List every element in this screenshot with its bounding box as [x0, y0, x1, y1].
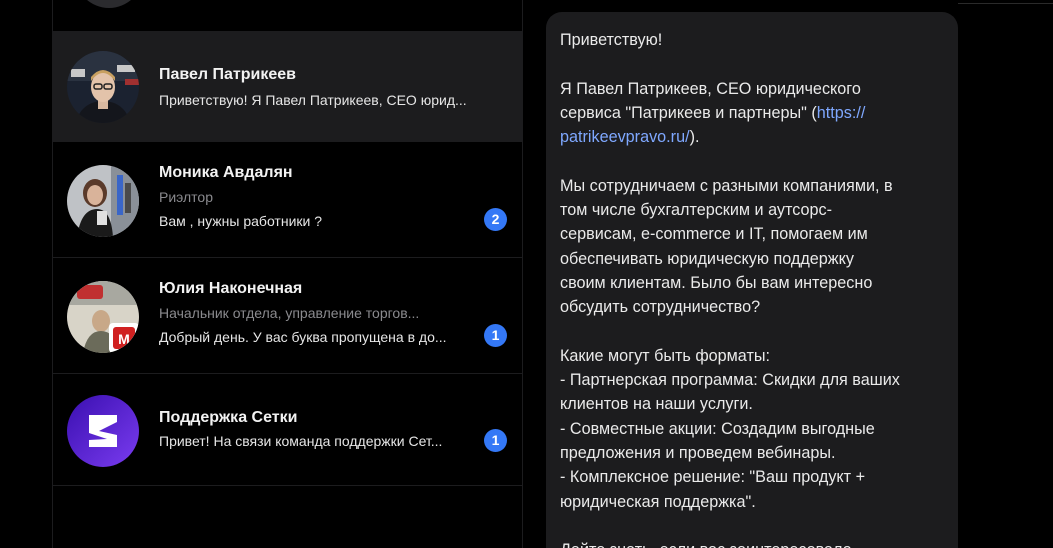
avatar [67, 165, 139, 237]
chat-preview: Приветствую! Я Павел Патрикеев, СЕО юрид… [159, 92, 467, 108]
chat-list: Павел Патрикеев Приветствую! Я Павел Пат… [52, 0, 523, 548]
chat-item-monika[interactable]: Моника Авдалян Риэлтор Вам , нужны работ… [53, 142, 522, 258]
message-text: сервисам, e-commerce и IT, помогаем им [560, 225, 868, 244]
chat-name: Павел Патрикеев [159, 66, 297, 83]
avatar: М [67, 281, 139, 353]
message-text: - Совместные акции: Создадим выгодные [560, 419, 875, 438]
message-text: - Комплексное решение: "Ваш продукт + [560, 468, 866, 487]
divider [958, 3, 1053, 4]
message-text: своим клиентам. Было бы вам интересно [560, 273, 873, 292]
user-photo-icon [67, 165, 139, 237]
user-photo-icon: М [67, 281, 139, 353]
message-link[interactable]: patrikeevpravo.ru/ [560, 128, 690, 146]
message-text: сервиса "Патрикеев и партнеры" (https:// [560, 103, 866, 122]
message-text: - Партнерская программа: Скидки для ваши… [560, 371, 900, 390]
message-text: Я Павел Патрикеев, СЕО юридического [560, 79, 861, 98]
message-text: patrikeevpravo.ru/). [560, 128, 700, 147]
chat-name: Юлия Наконечная [159, 280, 303, 297]
chat-subtitle: Риэлтор [159, 189, 213, 205]
message-text: Мы сотрудничаем с разными компаниями, в [560, 176, 893, 195]
message-text: Приветствую! [560, 31, 663, 49]
message-text: том числе бухгалтерским и аутсорс- [560, 201, 833, 220]
chat-item-setka-support[interactable]: Поддержка Сетки Привет! На связи команда… [53, 374, 522, 486]
message-text: юридическая поддержка". [560, 492, 756, 511]
unread-badge: 1 [484, 324, 507, 347]
chat-item-pavel[interactable]: Павел Патрикеев Приветствую! Я Павел Пат… [53, 31, 522, 142]
avatar [67, 51, 139, 123]
chat-item-yulia[interactable]: М Юлия Наконечная Начальник отдела, упра… [53, 258, 522, 374]
unread-badge: 2 [484, 208, 507, 231]
chat-name: Поддержка Сетки [159, 409, 298, 426]
setka-logo-icon [67, 395, 139, 467]
chat-preview: Вам , нужны работники ? [159, 213, 323, 229]
message-bubble: Приветствую! Я Павел Патрикеев, СЕО юрид… [546, 12, 958, 548]
message-text: обеспечивать юридическую поддержку [560, 249, 854, 268]
message-link[interactable]: https:// [817, 104, 866, 122]
message-text: предложения и проведем вебинары. [560, 444, 836, 463]
svg-text:М: М [118, 331, 130, 347]
message-text: клиентов на наши услуги. [560, 395, 753, 414]
avatar[interactable] [75, 0, 143, 8]
chat-subtitle: Начальник отдела, управление торгов... [159, 305, 420, 321]
chat-preview: Привет! На связи команда поддержки Сет..… [159, 433, 443, 449]
message-text: обсудить сотрудничество? [560, 298, 761, 317]
message-text: Какие могут быть форматы: [560, 346, 770, 365]
chat-name: Моника Авдалян [159, 164, 293, 181]
chat-preview: Добрый день. У вас буква пропущена в до.… [159, 329, 447, 345]
user-photo-icon [67, 51, 139, 123]
messenger-window: Павел Патрикеев Приветствую! Я Павел Пат… [0, 0, 1053, 548]
avatar [67, 395, 139, 467]
message-text: Дайте знать, если вас заинтересовало [560, 538, 944, 548]
unread-badge: 1 [484, 429, 507, 452]
